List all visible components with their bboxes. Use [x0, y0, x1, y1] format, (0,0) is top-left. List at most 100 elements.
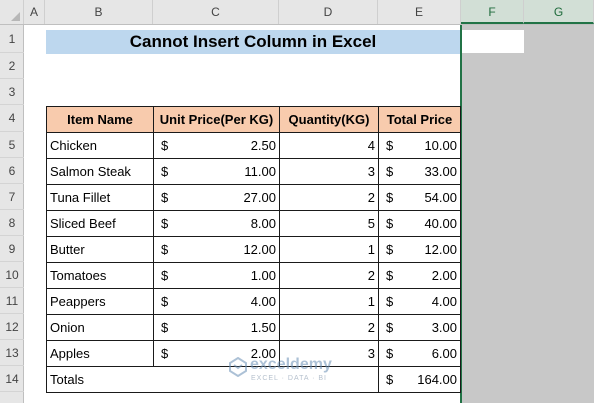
item-name-cell[interactable]: Sliced Beef: [46, 210, 154, 237]
item-name-cell[interactable]: Chicken: [46, 132, 154, 159]
quantity-cell[interactable]: 3: [279, 158, 379, 185]
row-header-13[interactable]: 13: [0, 340, 24, 366]
unit-price-cell[interactable]: $27.00: [153, 184, 280, 211]
table-row: Onion $1.50 2 $3.00: [46, 314, 461, 341]
totals-row: Totals $164.00: [46, 366, 461, 393]
header-quantity[interactable]: Quantity(KG): [279, 106, 379, 133]
unit-price-cell[interactable]: $2.00: [153, 340, 280, 367]
selected-columns-f-g[interactable]: [461, 25, 594, 403]
item-name-cell[interactable]: Peappers: [46, 288, 154, 315]
total-price: 40.00: [424, 216, 457, 231]
row-header-4[interactable]: 4: [0, 105, 24, 132]
price-table: Item Name Unit Price(Per KG) Quantity(KG…: [46, 106, 461, 393]
quantity-cell[interactable]: 4: [279, 132, 379, 159]
total-price-cell[interactable]: $12.00: [378, 236, 461, 263]
column-header-b[interactable]: B: [45, 0, 153, 24]
row-header-14[interactable]: 14: [0, 366, 24, 392]
unit-price-cell[interactable]: $1.50: [153, 314, 280, 341]
currency-symbol: $: [386, 216, 394, 231]
column-header-d[interactable]: D: [279, 0, 378, 24]
total-price-cell[interactable]: $6.00: [378, 340, 461, 367]
quantity: 3: [367, 164, 375, 179]
currency-symbol: $: [161, 320, 169, 335]
total-price-cell[interactable]: $54.00: [378, 184, 461, 211]
totals-label-cell[interactable]: Totals: [46, 366, 379, 393]
unit-price: 2.00: [250, 346, 276, 361]
column-header-row: A B C D E F G: [0, 0, 594, 25]
row-header-10[interactable]: 10: [0, 262, 24, 288]
table-row: Peappers $4.00 1 $4.00: [46, 288, 461, 315]
total-price: 10.00: [424, 138, 457, 153]
unit-price-cell[interactable]: $11.00: [153, 158, 280, 185]
header-unit-price[interactable]: Unit Price(Per KG): [153, 106, 280, 133]
cell-f1[interactable]: [462, 30, 524, 53]
row-header-3[interactable]: 3: [0, 79, 24, 105]
total-price-cell[interactable]: $4.00: [378, 288, 461, 315]
row-header-7[interactable]: 7: [0, 184, 24, 210]
quantity-cell[interactable]: 3: [279, 340, 379, 367]
unit-price: 8.00: [250, 216, 276, 231]
unit-price-cell[interactable]: $2.50: [153, 132, 280, 159]
currency-symbol: $: [386, 268, 394, 283]
grand-total-cell[interactable]: $164.00: [378, 366, 461, 393]
currency-symbol: $: [386, 346, 394, 361]
item-name-cell[interactable]: Tuna Fillet: [46, 184, 154, 211]
quantity-cell[interactable]: 1: [279, 236, 379, 263]
column-header-g[interactable]: G: [524, 0, 594, 24]
column-header-f[interactable]: F: [461, 0, 524, 24]
header-total-price[interactable]: Total Price: [378, 106, 461, 133]
row-header-9[interactable]: 9: [0, 236, 24, 262]
currency-symbol: $: [161, 242, 169, 257]
total-price-cell[interactable]: $10.00: [378, 132, 461, 159]
row-header-1[interactable]: 1: [0, 25, 24, 53]
quantity-cell[interactable]: 2: [279, 262, 379, 289]
row-header-12[interactable]: 12: [0, 314, 24, 340]
grand-total-value: 164.00: [417, 372, 457, 387]
total-price-cell[interactable]: $2.00: [378, 262, 461, 289]
row-header-11[interactable]: 11: [0, 288, 24, 314]
currency-symbol: $: [386, 320, 394, 335]
currency-symbol: $: [386, 190, 394, 205]
currency-symbol: $: [161, 164, 169, 179]
row-header-6[interactable]: 6: [0, 158, 24, 184]
row-header-column: 1 2 3 4 5 6 7 8 9 10 11 12 13 14: [0, 25, 24, 403]
currency-symbol: $: [386, 372, 394, 387]
item-name-cell[interactable]: Butter: [46, 236, 154, 263]
header-item-name[interactable]: Item Name: [46, 106, 154, 133]
quantity: 2: [367, 268, 375, 283]
item-name: Tomatoes: [50, 268, 107, 283]
item-name-cell[interactable]: Apples: [46, 340, 154, 367]
total-price-cell[interactable]: $3.00: [378, 314, 461, 341]
table-row: Tomatoes $1.00 2 $2.00: [46, 262, 461, 289]
total-price-cell[interactable]: $33.00: [378, 158, 461, 185]
sheet-title[interactable]: Cannot Insert Column in Excel: [46, 30, 460, 54]
item-name-cell[interactable]: Onion: [46, 314, 154, 341]
quantity-cell[interactable]: 2: [279, 184, 379, 211]
quantity-cell[interactable]: 1: [279, 288, 379, 315]
column-header-c[interactable]: C: [153, 0, 279, 24]
quantity: 3: [367, 346, 375, 361]
currency-symbol: $: [161, 294, 169, 309]
total-price-cell[interactable]: $40.00: [378, 210, 461, 237]
column-header-e[interactable]: E: [378, 0, 461, 24]
total-price: 2.00: [431, 268, 457, 283]
unit-price: 12.00: [243, 242, 276, 257]
row-header-5[interactable]: 5: [0, 132, 24, 158]
select-all-button[interactable]: [0, 0, 24, 24]
unit-price-cell[interactable]: $8.00: [153, 210, 280, 237]
row-header-2[interactable]: 2: [0, 53, 24, 79]
unit-price: 4.00: [250, 294, 276, 309]
currency-symbol: $: [386, 138, 394, 153]
quantity: 1: [367, 294, 375, 309]
item-name-cell[interactable]: Tomatoes: [46, 262, 154, 289]
table-row: Tuna Fillet $27.00 2 $54.00: [46, 184, 461, 211]
item-name-cell[interactable]: Salmon Steak: [46, 158, 154, 185]
unit-price-cell[interactable]: $4.00: [153, 288, 280, 315]
quantity-cell[interactable]: 5: [279, 210, 379, 237]
item-name: Peappers: [50, 294, 106, 309]
unit-price-cell[interactable]: $1.00: [153, 262, 280, 289]
quantity-cell[interactable]: 2: [279, 314, 379, 341]
unit-price-cell[interactable]: $12.00: [153, 236, 280, 263]
column-header-a[interactable]: A: [24, 0, 45, 24]
row-header-8[interactable]: 8: [0, 210, 24, 236]
